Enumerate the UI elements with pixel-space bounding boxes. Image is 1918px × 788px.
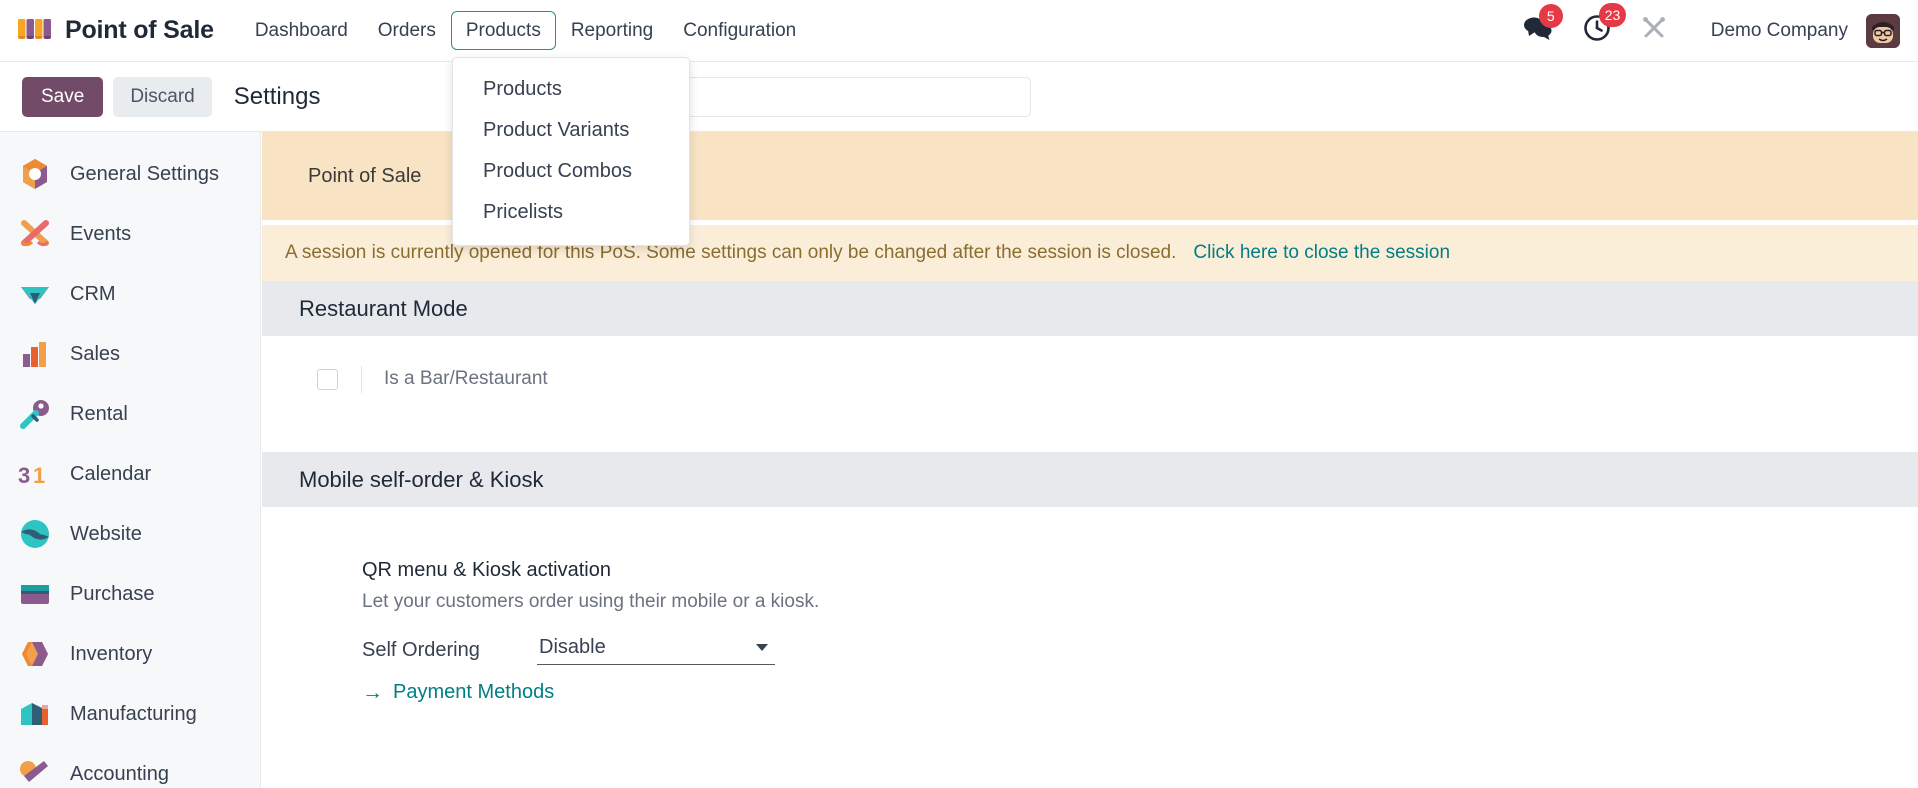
sidebar-label: Inventory bbox=[70, 642, 153, 665]
sidebar-label: Rental bbox=[70, 402, 128, 425]
sidebar-label: General Settings bbox=[70, 162, 219, 185]
brand-area[interactable]: Point of Sale bbox=[0, 16, 240, 46]
sales-icon bbox=[23, 342, 46, 367]
section-header-restaurant-mode: Restaurant Mode bbox=[262, 281, 1918, 336]
self-ordering-value: Disable bbox=[539, 636, 606, 658]
messages-icon[interactable]: 5 bbox=[1523, 4, 1563, 46]
crm-icon bbox=[21, 287, 49, 304]
sidebar-item-inventory[interactable]: Inventory bbox=[0, 624, 260, 684]
self-ordering-select[interactable]: Disable bbox=[537, 636, 775, 665]
manufacturing-icon bbox=[21, 703, 48, 725]
settings-sidebar: General Settings Events CRM Sales Rental… bbox=[0, 132, 261, 788]
section-body-mobile-kiosk: QR menu & Kiosk activation Let your cust… bbox=[262, 507, 1918, 704]
svg-text:3: 3 bbox=[18, 463, 30, 488]
qr-kiosk-block: QR menu & Kiosk activation Let your cust… bbox=[262, 537, 1918, 704]
section-title: Mobile self-order & Kiosk bbox=[299, 466, 544, 492]
nav-item-dashboard[interactable]: Dashboard bbox=[240, 11, 363, 51]
rental-icon bbox=[20, 400, 49, 429]
dropdown-item-pricelists[interactable]: Pricelists bbox=[453, 192, 689, 233]
sidebar-label: Calendar bbox=[70, 462, 152, 485]
divider bbox=[361, 366, 362, 393]
is-bar-restaurant-checkbox[interactable] bbox=[317, 369, 338, 390]
messages-badge: 5 bbox=[1538, 4, 1563, 28]
arrow-right-icon: → bbox=[362, 681, 383, 704]
brand-title: Point of Sale bbox=[65, 16, 214, 44]
top-navbar: Point of Sale Dashboard Orders Products … bbox=[0, 0, 1918, 62]
self-ordering-label: Self Ordering bbox=[362, 639, 480, 661]
page-title: Settings bbox=[233, 82, 321, 110]
calendar-icon: 3 1 bbox=[18, 463, 45, 488]
nav-item-products[interactable]: Products bbox=[450, 10, 556, 51]
sidebar-item-rental[interactable]: Rental bbox=[0, 384, 260, 444]
svg-text:1: 1 bbox=[33, 463, 45, 488]
payment-methods-link[interactable]: → Payment Methods bbox=[362, 681, 1918, 704]
sidebar-item-events[interactable]: Events bbox=[0, 204, 260, 264]
sidebar-label: CRM bbox=[70, 282, 116, 305]
section-body-restaurant-mode: Is a Bar/Restaurant bbox=[262, 336, 1918, 452]
qr-kiosk-description: Let your customers order using their mob… bbox=[362, 591, 820, 612]
inventory-icon bbox=[22, 642, 48, 666]
section-title: Restaurant Mode bbox=[299, 295, 468, 321]
nav-item-orders[interactable]: Orders bbox=[363, 11, 451, 51]
events-icon bbox=[20, 220, 50, 246]
sidebar-label: Sales bbox=[70, 342, 121, 365]
sidebar-label: Accounting bbox=[70, 762, 169, 785]
dropdown-item-products[interactable]: Products bbox=[453, 69, 689, 110]
sidebar-item-sales[interactable]: Sales bbox=[0, 324, 260, 384]
sidebar-item-purchase[interactable]: Purchase bbox=[0, 564, 260, 624]
sidebar-label: Manufacturing bbox=[70, 702, 197, 725]
sidebar-item-crm[interactable]: CRM bbox=[0, 264, 260, 324]
user-avatar[interactable] bbox=[1866, 13, 1900, 48]
sidebar-item-website[interactable]: Website bbox=[0, 504, 260, 564]
sidebar-label: Events bbox=[70, 222, 132, 245]
clock-activities-icon[interactable]: 23 bbox=[1583, 3, 1627, 47]
control-panel: Save Discard Settings bbox=[0, 62, 1918, 132]
close-session-link[interactable]: Click here to close the session bbox=[1193, 242, 1450, 264]
payment-methods-label: Payment Methods bbox=[393, 681, 555, 703]
nav-menu: Dashboard Orders Products Reporting Conf… bbox=[240, 10, 811, 51]
setting-row-is-bar-restaurant: Is a Bar/Restaurant bbox=[262, 366, 1918, 393]
sidebar-item-general-settings[interactable]: General Settings bbox=[0, 144, 260, 204]
activities-badge: 23 bbox=[1598, 3, 1627, 27]
session-alert-text: A session is currently opened for this P… bbox=[285, 242, 1177, 263]
section-header-mobile-kiosk: Mobile self-order & Kiosk bbox=[262, 452, 1918, 507]
sidebar-item-accounting[interactable]: Accounting bbox=[0, 744, 260, 788]
sidebar-label: Purchase bbox=[70, 582, 155, 605]
self-ordering-field-row: Self Ordering Disable bbox=[362, 636, 1918, 665]
dropdown-item-product-combos[interactable]: Product Combos bbox=[453, 151, 689, 192]
shop-banner-label: Point of Sale bbox=[308, 164, 422, 187]
sidebar-item-calendar[interactable]: 3 1 Calendar bbox=[0, 444, 260, 504]
navbar-right-cluster: 5 23 Demo Company bbox=[1523, 3, 1918, 48]
purchase-icon bbox=[21, 585, 49, 604]
is-bar-restaurant-label: Is a Bar/Restaurant bbox=[384, 368, 548, 389]
save-button[interactable]: Save bbox=[22, 76, 104, 117]
tools-wrench-icon[interactable] bbox=[1641, 15, 1667, 46]
general-settings-icon bbox=[23, 159, 47, 189]
sidebar-item-manufacturing[interactable]: Manufacturing bbox=[0, 684, 260, 744]
website-icon bbox=[21, 520, 49, 548]
chevron-down-icon bbox=[756, 644, 768, 651]
nav-item-reporting[interactable]: Reporting bbox=[556, 11, 668, 51]
company-name[interactable]: Demo Company bbox=[1711, 20, 1848, 42]
pos-awning-logo-icon bbox=[18, 18, 51, 39]
accounting-icon bbox=[20, 761, 48, 782]
products-dropdown-menu: Products Product Variants Product Combos… bbox=[452, 57, 690, 246]
qr-kiosk-title: QR menu & Kiosk activation bbox=[362, 559, 611, 581]
nav-item-configuration[interactable]: Configuration bbox=[668, 11, 811, 51]
discard-button[interactable]: Discard bbox=[113, 76, 212, 117]
dropdown-item-product-variants[interactable]: Product Variants bbox=[453, 110, 689, 151]
sidebar-label: Website bbox=[70, 522, 142, 545]
